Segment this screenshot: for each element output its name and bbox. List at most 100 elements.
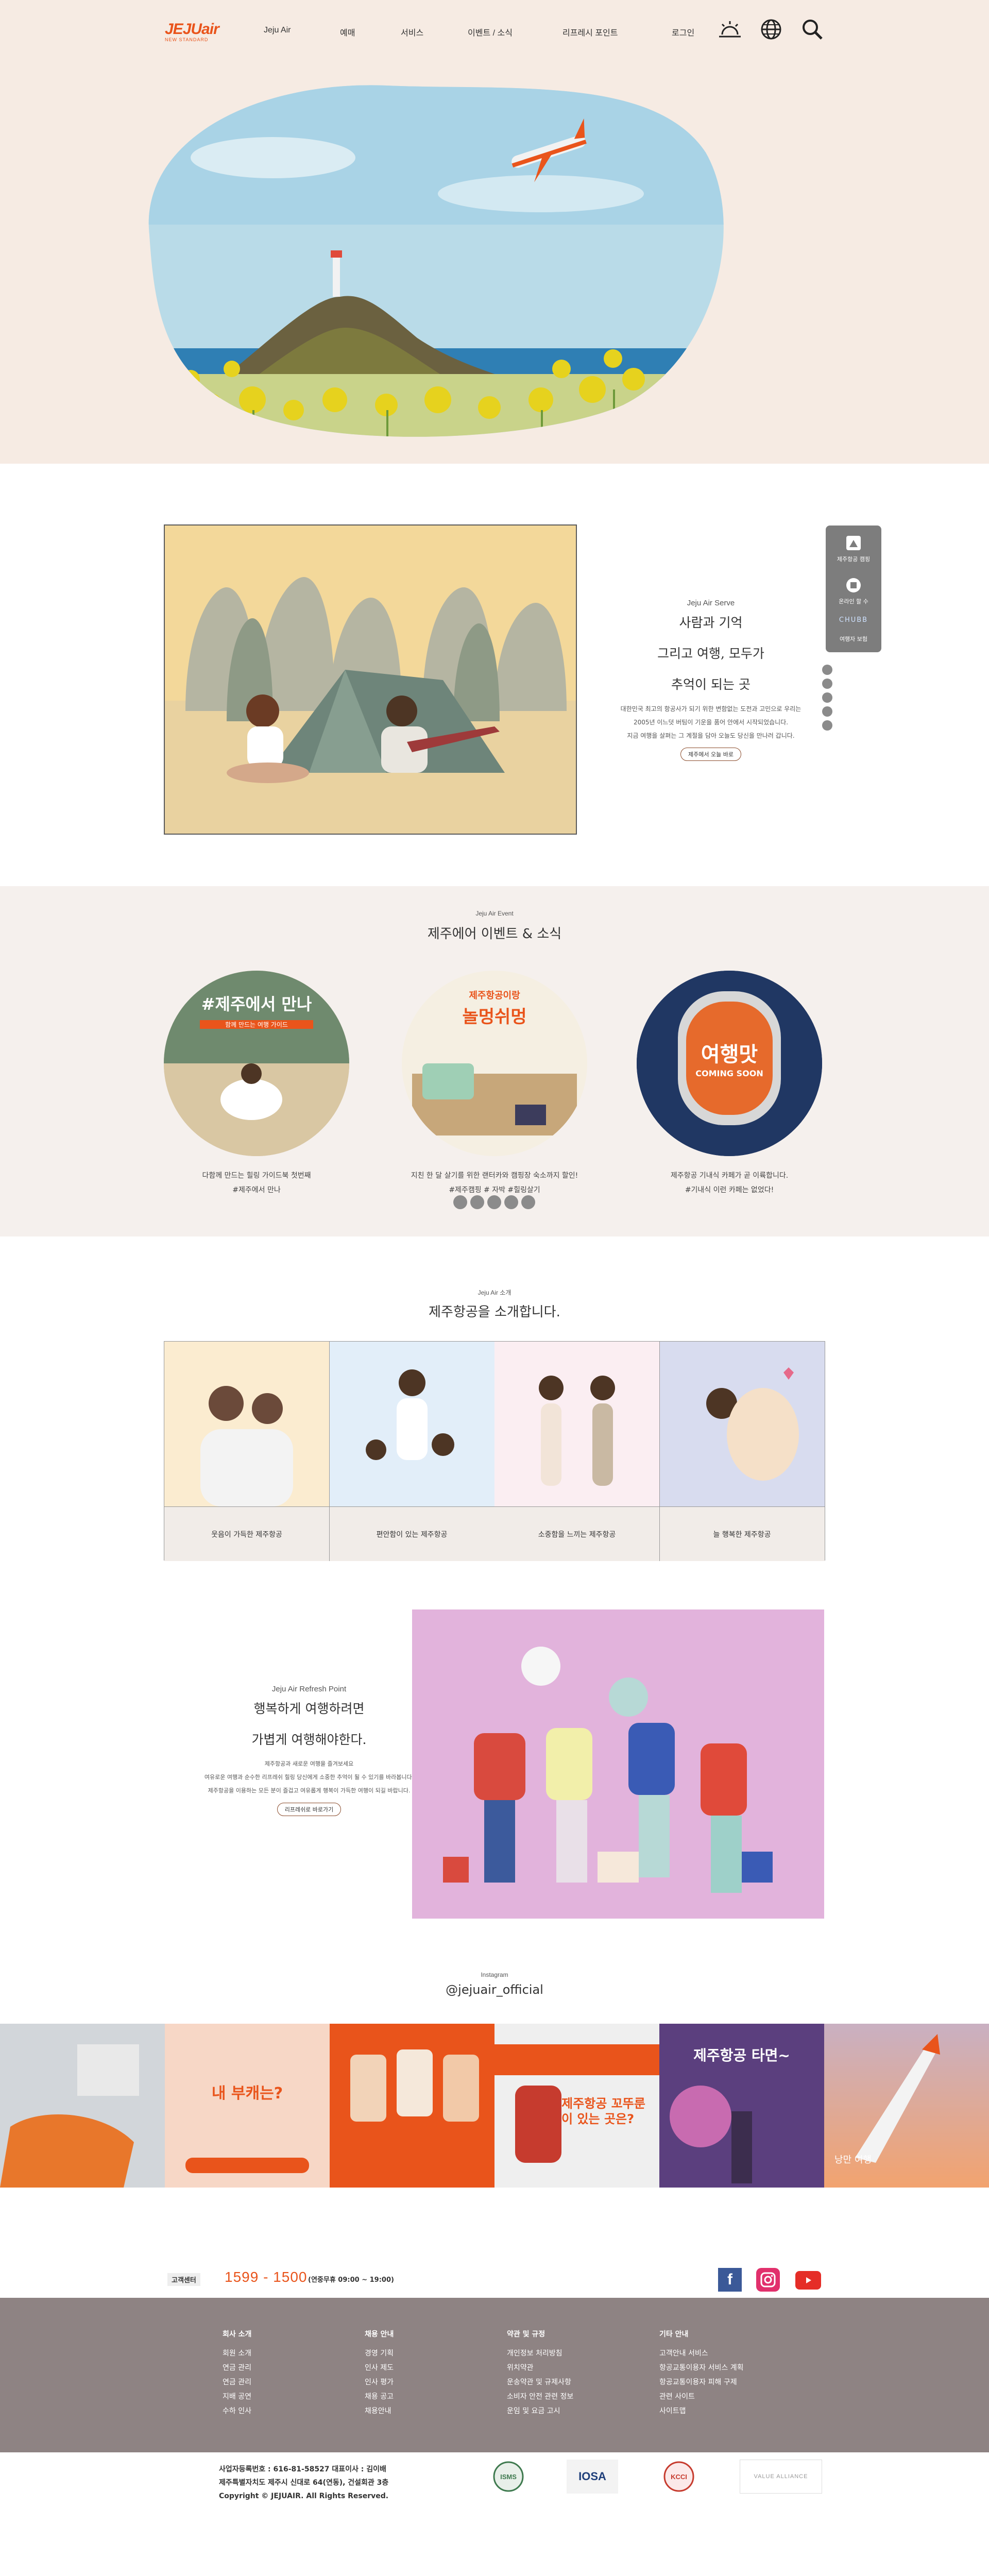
logo-sub: NEW STANDARD [165, 37, 209, 42]
intro-card-2[interactable]: 편안함이 있는 제주항공 [329, 1342, 494, 1561]
footer-link[interactable]: 인사 평가 [365, 2375, 499, 2389]
nav-login[interactable]: 로그인 [672, 26, 694, 38]
footer-link[interactable]: 채용 공고 [365, 2389, 499, 2404]
event-1-caption-line2: #제주에서 만나 [232, 1186, 281, 1194]
event-1-caption-line1: 다함께 만드는 힐링 가이드북 첫번째 [202, 1172, 311, 1180]
nav-refresh-point[interactable]: 리프레시 포인트 [562, 26, 618, 38]
footer-link[interactable]: 연금 관리 [223, 2375, 356, 2389]
insta-tile-3[interactable] [330, 2024, 494, 2188]
pager-dot[interactable] [521, 1195, 535, 1209]
pager-dot[interactable] [822, 679, 832, 689]
contact-hours: (연중무휴 09:00 ~ 19:00) [308, 2276, 394, 2284]
value-alliance-badge: VALUE ALLIANCE [740, 2460, 822, 2494]
serve-text: Jeju Air Serve 사람과 기억 그리고 여행, 모두가 추억이 되는… [577, 599, 845, 761]
event-3-caption-line2: #기내식 이런 카페는 없었다! [685, 1186, 774, 1194]
insta-tile-5[interactable]: 제주항공 타면~ [659, 2024, 824, 2188]
footer-link[interactable]: 회원 소개 [223, 2346, 356, 2361]
chubb-logo[interactable]: CHUBB [826, 616, 881, 624]
footer-link[interactable]: 사이트맵 [659, 2404, 793, 2418]
online-icon [846, 578, 861, 592]
pager-dot[interactable] [822, 692, 832, 703]
footer-bottom: 사업자등록번호 : 616-81-58527 대표이사 : 김이배 제주특별자치… [0, 2452, 989, 2576]
party-illustration [412, 1609, 824, 1919]
pager-dot[interactable] [453, 1195, 467, 1209]
insta-tile-4[interactable]: 제주항공 꼬뚜룬이 있는 곳은? [494, 2024, 659, 2188]
camping-icon [846, 536, 861, 550]
instagram-feed: 내 부캐는? 제주항공 꼬뚜룬이 있는 곳은? 제주항공 타면~ 낭만 여행 [0, 2024, 989, 2188]
contact-bar: 고객센터 1599 - 1500 (연중무휴 09:00 ~ 19:00) f [0, 2246, 989, 2298]
contact-phone[interactable]: 1599 - 1500 [225, 2269, 307, 2285]
facebook-icon[interactable]: f [718, 2268, 742, 2292]
footer-link[interactable]: 개인정보 처리방침 [507, 2346, 641, 2361]
footer-link[interactable]: 관련 사이트 [659, 2389, 793, 2404]
intro-card-1[interactable]: 웃음이 가득한 제주항공 [164, 1342, 330, 1561]
quick-insurance[interactable]: 여행자 보험 [826, 635, 881, 643]
pager-dot[interactable] [487, 1195, 501, 1209]
quick-camping-label: 제주항공 캠핑 [837, 556, 871, 563]
isms-cert-text: ISMS [500, 2473, 517, 2481]
insta-handle[interactable]: @jejuair_official [0, 1982, 989, 1997]
jejuair-logo[interactable]: JEJUair NEW STANDARD [165, 22, 219, 44]
refresh-more-button[interactable]: 리프레쉬로 바로가기 [277, 1803, 342, 1816]
footer-link[interactable]: 운송약관 및 규제사항 [507, 2375, 641, 2389]
event-3-caption-line1: 제주항공 기내식 카페가 곧 이륙합니다. [670, 1172, 789, 1180]
youtube-icon[interactable] [795, 2271, 821, 2290]
footer-link[interactable]: 인사 제도 [365, 2361, 499, 2375]
footer-link[interactable]: 운임 및 요금 고시 [507, 2404, 641, 2418]
event-3-overlay: 여행맛 [701, 1043, 758, 1066]
footer-link[interactable]: 연금 관리 [223, 2361, 356, 2375]
serve-more-button[interactable]: 제주에서 오늘 바로 [680, 748, 741, 761]
footer-link[interactable]: 경영 기획 [365, 2346, 499, 2361]
intro-cards: 웃음이 가득한 제주항공 편안함이 있는 제주항공 소중함을 느끼는 제주항공 … [164, 1341, 825, 1561]
intro-card-4[interactable]: 늘 행복한 제주항공 [659, 1342, 825, 1561]
nav-service[interactable]: 서비스 [401, 26, 423, 38]
quick-camping[interactable]: 제주항공 캠핑 [826, 533, 881, 563]
hero-section [0, 62, 989, 464]
event-2-caption: 지친 한 달 살기를 위한 랜터카와 캠핑장 숙소까지 할인! #제주캠핑 # … [381, 1168, 608, 1197]
event-card-2[interactable]: 제주항공이랑 놀멍쉬멍 [402, 971, 587, 1156]
footer-col-recruit: 채용 안내 경영 기획 인사 제도 인사 평가 채용 공고 채용안내 [365, 2329, 499, 2418]
copyright: Copyright © JEJUAIR. All Rights Reserved… [219, 2492, 389, 2500]
camping-illustration [164, 524, 577, 835]
pager-dot[interactable] [822, 665, 832, 675]
nav-booking[interactable]: 예매 [340, 26, 355, 38]
insta-tile-1[interactable] [0, 2024, 165, 2188]
event-title: 제주에어 이벤트 & 소식 [427, 926, 562, 942]
pager-dot[interactable] [470, 1195, 484, 1209]
footer-col-4-head[interactable]: 기타 안내 [659, 2329, 793, 2339]
footer-link[interactable]: 수하 인사 [223, 2404, 356, 2418]
footer-link[interactable]: 지배 공연 [223, 2389, 356, 2404]
insta-tile-2[interactable]: 내 부캐는? [165, 2024, 330, 2188]
footer-col-terms: 약관 및 규정 개인정보 처리방침 위치약관 운송약관 및 규제사항 소비자 안… [507, 2329, 641, 2418]
weather-icon[interactable] [717, 16, 743, 42]
footer-link[interactable]: 고객안내 서비스 [659, 2346, 793, 2361]
search-icon[interactable] [799, 16, 825, 42]
footer-col-2-head[interactable]: 채용 안내 [365, 2329, 499, 2339]
quick-online-label: 온라인 할 수 [839, 598, 868, 605]
footer-link[interactable]: 항공교통이용자 서비스 계획 [659, 2361, 793, 2375]
quick-online[interactable]: 온라인 할 수 [826, 575, 881, 605]
nav-jeju-air[interactable]: Jeju Air [264, 26, 291, 35]
footer-link[interactable]: 항공교통이용자 피해 구제 [659, 2375, 793, 2389]
pager-dot[interactable] [822, 720, 832, 731]
footer-link[interactable]: 위치약관 [507, 2361, 641, 2375]
footer-link[interactable]: 소비자 안전 관련 정보 [507, 2389, 641, 2404]
footer-col-3-head[interactable]: 약관 및 규정 [507, 2329, 641, 2339]
pager-dot[interactable] [822, 706, 832, 717]
intro-card-3[interactable]: 소중함을 느끼는 제주항공 [494, 1342, 660, 1561]
nav-event-news[interactable]: 이벤트 / 소식 [468, 26, 513, 38]
instagram-section: Instagram @jejuair_official 내 부캐는? 제주항공 … [0, 1937, 989, 2246]
serve-pagination [822, 665, 833, 734]
footer-col-1-head[interactable]: 회사 소개 [223, 2329, 356, 2339]
footer-nav: 회사 소개 회원 소개 연금 관리 연금 관리 지배 공연 수하 인사 채용 안… [0, 2298, 989, 2452]
event-card-3[interactable]: 여행맛 COMING SOON [637, 971, 822, 1156]
serve-section: Jeju Air Serve 사람과 기억 그리고 여행, 모두가 추억이 되는… [0, 464, 989, 886]
quick-menu: 제주항공 캠핑 온라인 할 수 CHUBB 여행자 보험 [826, 526, 881, 652]
globe-icon[interactable] [758, 16, 784, 42]
footer-link[interactable]: 채용안내 [365, 2404, 499, 2418]
instagram-icon[interactable] [756, 2268, 780, 2292]
event-pagination [453, 1195, 535, 1209]
pager-dot[interactable] [504, 1195, 518, 1209]
insta-tile-6[interactable]: 낭만 여행 [824, 2024, 989, 2188]
event-card-1[interactable]: #제주에서 만나 함께 만드는 여행 가이드 [164, 971, 349, 1156]
